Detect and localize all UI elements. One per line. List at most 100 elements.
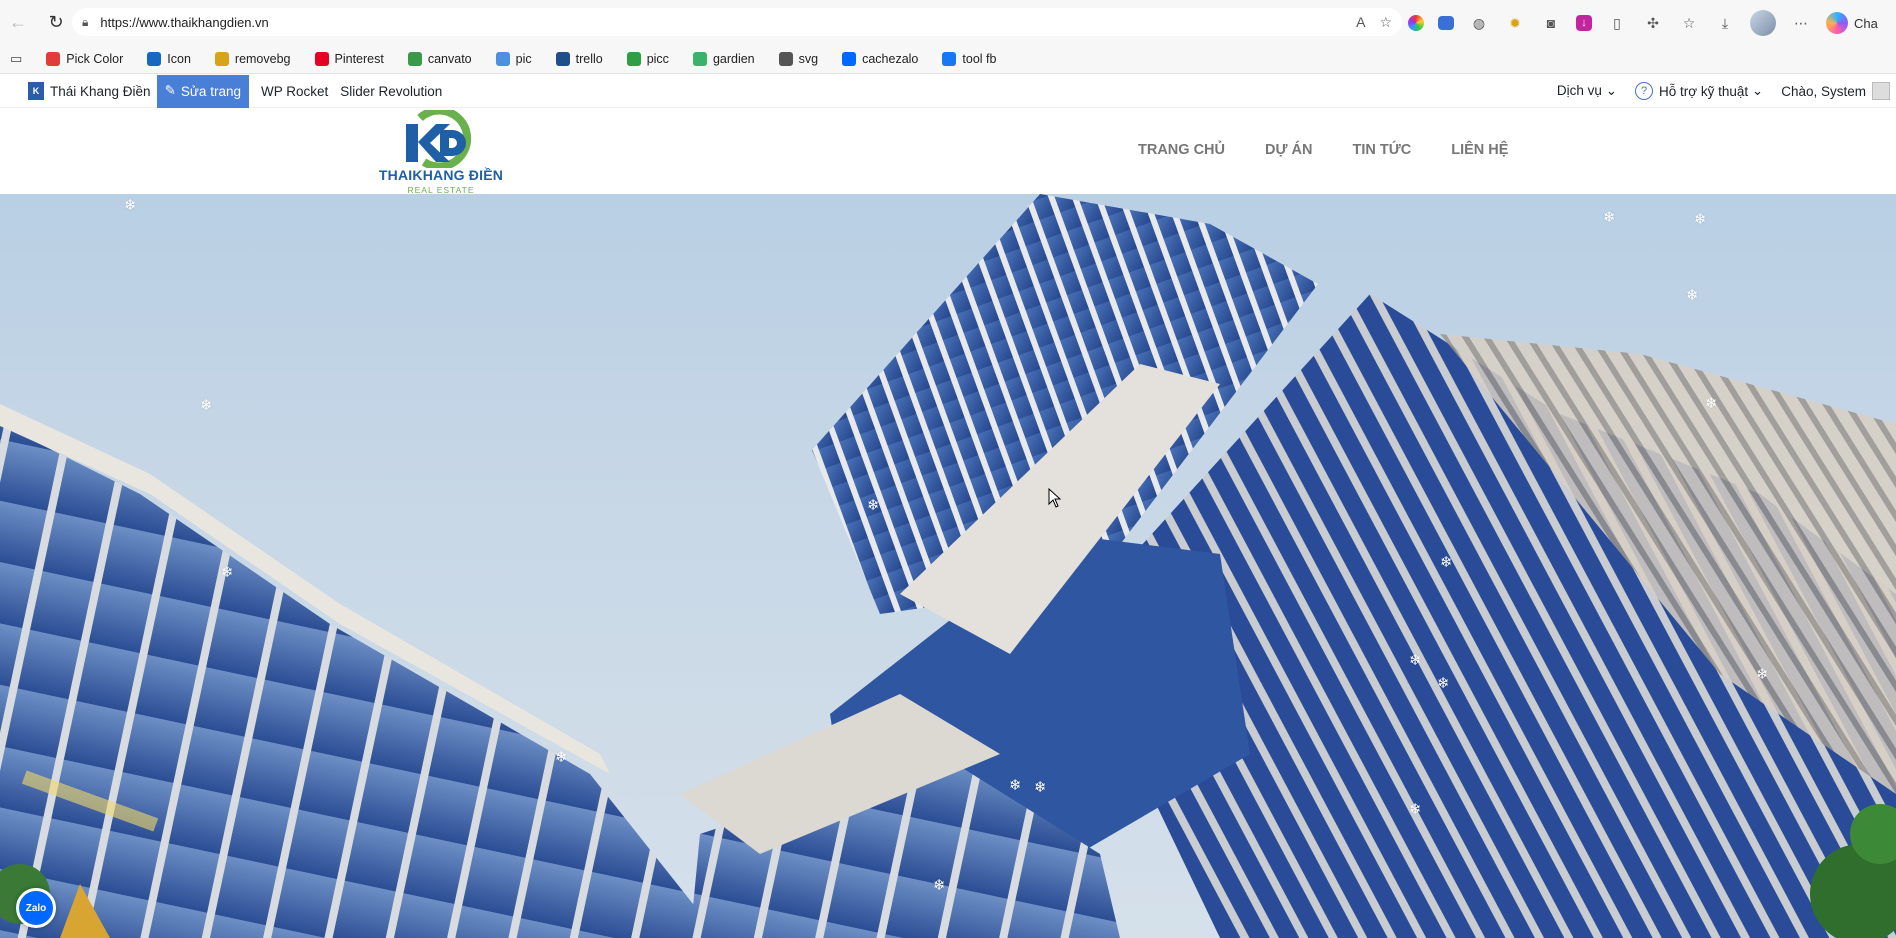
split-screen-icon[interactable]: ▯ <box>1606 12 1628 34</box>
tkd-logo-icon <box>406 110 472 168</box>
bookmark-label: removebg <box>234 51 291 66</box>
picc-icon <box>626 51 641 66</box>
gear-extension-icon[interactable]: ✹ <box>1504 12 1526 34</box>
reload-icon[interactable]: ↻ <box>42 8 70 36</box>
bookmark-label: Pinterest <box>334 51 384 66</box>
more-options-icon[interactable]: ⋯ <box>1790 12 1812 34</box>
mouse-cursor-icon <box>1048 488 1062 508</box>
bookmark-label: svg <box>798 51 819 66</box>
favorite-star-icon[interactable]: ☆ <box>1379 14 1392 31</box>
edit-page-label: Sửa trang <box>180 83 241 99</box>
snowflake-icon: ❄ <box>1440 554 1453 571</box>
back-arrow-icon[interactable]: ← <box>4 8 32 36</box>
profile-avatar[interactable] <box>1750 10 1776 36</box>
profile-label: Cha <box>1854 15 1878 31</box>
snowflake-icon: ❄ <box>1705 395 1718 412</box>
snowflake-icon: ❄ <box>1603 209 1616 226</box>
url-text: https://www.thaikhangdien.vn <box>100 14 269 30</box>
zalo-chat-button[interactable]: Zalo <box>16 888 56 928</box>
nav-projects[interactable]: DỰ ÁN <box>1265 142 1312 158</box>
bookmark-cachezalo[interactable]: cachezalo <box>842 51 919 66</box>
site-header: THAIKHANG ĐIỀN REAL ESTATE TRANG CHỦ DỰ … <box>0 108 1896 196</box>
snowflake-icon: ❄ <box>1437 675 1450 692</box>
user-menu[interactable]: Chào, System <box>1781 82 1890 100</box>
user-avatar <box>1872 82 1890 100</box>
nav-home[interactable]: TRANG CHỦ <box>1138 142 1225 158</box>
canvato-icon <box>407 51 422 66</box>
copilot-icon[interactable] <box>1826 12 1848 34</box>
services-menu[interactable]: Dịch vụ ⌄ <box>1557 83 1617 99</box>
wp-rocket-menu[interactable]: WP Rocket <box>261 84 328 99</box>
slider-revolution-menu[interactable]: Slider Revolution <box>340 84 442 99</box>
snowflake-icon: ❄ <box>555 749 568 766</box>
snowflake-icon: ❄ <box>221 564 234 581</box>
address-bar[interactable]: 🔒︎ https://www.thaikhangdien.vn A ☆ <box>72 8 1402 36</box>
bookmark-label: pic <box>515 51 532 66</box>
bookmark-label: Icon <box>167 51 191 66</box>
vuetify-icon <box>147 51 162 66</box>
globe-extension-icon[interactable]: ◍ <box>1468 12 1490 34</box>
pinterest-icon <box>314 51 329 66</box>
admin-site-name: Thái Khang Điền <box>50 83 151 99</box>
lock-icon: 🔒︎ <box>82 14 89 29</box>
snowflake-icon: ❄ <box>867 497 880 514</box>
bookmarks-bar: ▭ Pick Color Icon removebg Pinterest canvato… <box>0 44 1896 74</box>
pencil-icon: ✎ <box>164 83 176 98</box>
bookmark-tool-fb[interactable]: tool fb <box>942 51 997 66</box>
bookmark-picc[interactable]: picc <box>626 51 669 66</box>
bookmark-pinterest[interactable]: Pinterest <box>314 51 384 66</box>
bookmark-svg[interactable]: svg <box>778 51 819 66</box>
favorites-icon[interactable]: ☆ <box>1678 12 1700 34</box>
color-picker-extension-icon[interactable] <box>1408 15 1424 31</box>
nav-news[interactable]: TIN TỨC <box>1352 142 1411 158</box>
wp-admin-bar: K Thái Khang Điền ✎ Sửa trang WP Rocket … <box>0 74 1896 108</box>
snowflake-icon: ❄ <box>200 397 213 414</box>
facebook-icon <box>942 51 957 66</box>
chevron-down-icon: ⌄ <box>1605 83 1617 98</box>
color-wheel-icon <box>46 51 61 66</box>
hero-building-image <box>0 194 1896 938</box>
snowflake-icon: ❄ <box>933 877 946 894</box>
read-aloud-icon[interactable]: A <box>1356 14 1365 31</box>
edit-page-button[interactable]: ✎ Sửa trang <box>156 74 249 108</box>
trello-icon <box>555 51 570 66</box>
admin-site-link[interactable]: K Thái Khang Điền <box>28 82 151 100</box>
bookmark-label: tool fb <box>962 51 997 66</box>
browser-toolbar: ← ↻ 🔒︎ https://www.thaikhangdien.vn A ☆ … <box>0 0 1896 44</box>
bookmark-label: trello <box>575 51 603 66</box>
window-extension-icon[interactable] <box>1438 16 1454 30</box>
bookmark-label: Pick Color <box>66 51 124 66</box>
bookmark-gardien[interactable]: gardien <box>692 51 755 66</box>
bookmark-trello[interactable]: trello <box>555 51 603 66</box>
puzzle-extensions-icon[interactable]: ✣ <box>1642 12 1664 34</box>
zalo-icon <box>842 51 857 66</box>
bookmark-canvato[interactable]: canvato <box>407 51 472 66</box>
snowflake-icon: ❄ <box>1409 652 1422 669</box>
extensions-area: ◍ ✹ ◙ ↓ ▯ ✣ ☆ ⤓ ⋯ Cha <box>1408 10 1878 36</box>
bookmark-removebg[interactable]: removebg <box>214 51 291 66</box>
main-navigation: TRANG CHỦ DỰ ÁN TIN TỨC LIÊN HỆ <box>1138 142 1508 158</box>
snowflake-icon: ❄ <box>1756 666 1769 683</box>
pic-icon <box>495 51 510 66</box>
snowflake-icon: ❄ <box>1409 801 1422 818</box>
download-extension-icon[interactable]: ↓ <box>1576 15 1592 31</box>
bookmark-pic[interactable]: pic <box>495 51 532 66</box>
chevron-down-icon: ⌄ <box>1748 83 1764 98</box>
snowflake-icon: ❄ <box>1009 777 1022 794</box>
bookmark-icon[interactable]: Icon <box>147 51 191 66</box>
bookmark-pick-color[interactable]: Pick Color <box>46 51 124 66</box>
sidebar-toggle-icon[interactable]: ▭ <box>10 51 22 67</box>
gardien-icon <box>692 51 707 66</box>
globe-icon <box>778 51 793 66</box>
camera-icon[interactable]: ◙ <box>1540 12 1562 34</box>
downloads-icon[interactable]: ⤓ <box>1714 12 1736 34</box>
support-menu[interactable]: ? Hỗ trợ kỹ thuật ⌄ <box>1635 82 1763 100</box>
removebg-icon <box>214 51 229 66</box>
bookmark-label: cachezalo <box>862 51 919 66</box>
help-icon: ? <box>1635 82 1653 100</box>
snowflake-icon: ❄ <box>1034 779 1047 796</box>
bookmark-label: gardien <box>712 51 755 66</box>
nav-contact[interactable]: LIÊN HỆ <box>1451 142 1508 158</box>
bookmark-label: canvato <box>427 51 472 66</box>
site-logo[interactable]: THAIKHANG ĐIỀN REAL ESTATE <box>378 110 504 196</box>
